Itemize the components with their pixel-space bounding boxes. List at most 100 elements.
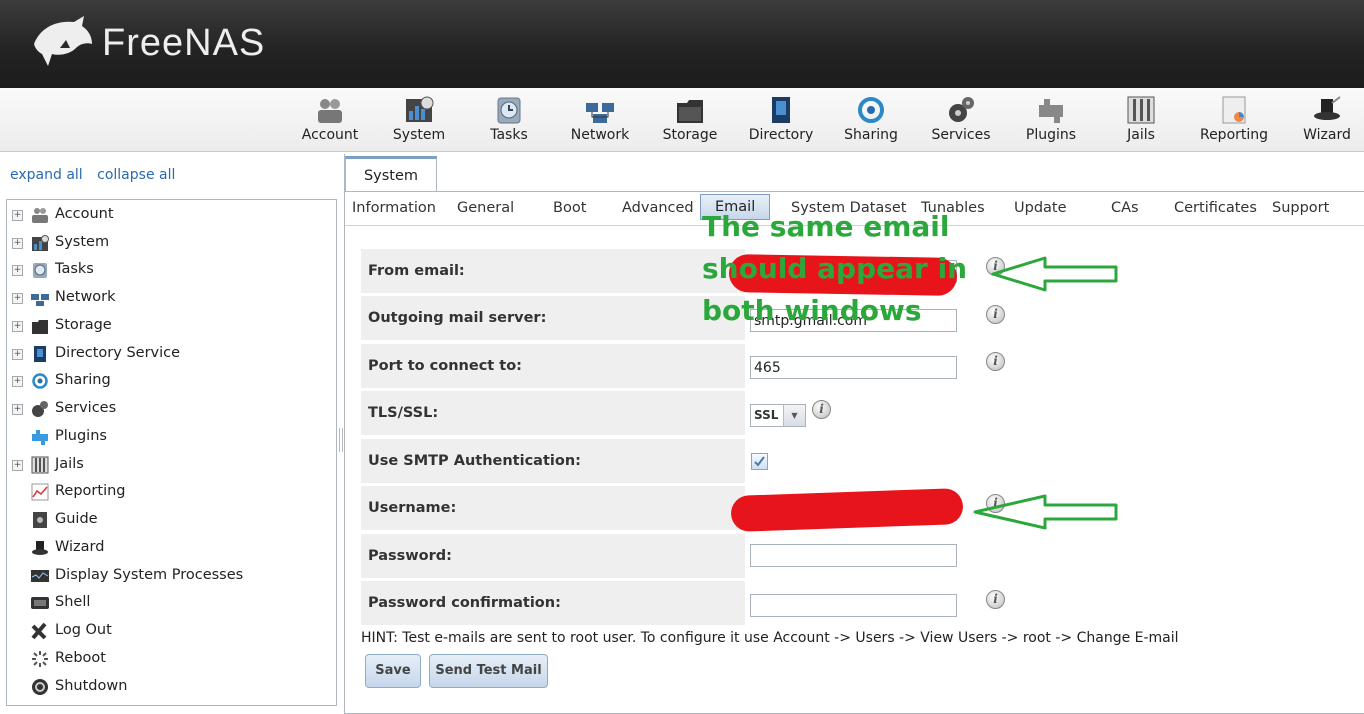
port-label: Port to connect to:: [361, 344, 745, 388]
tree-controls: expand all collapse all: [10, 167, 185, 183]
splitter-handle[interactable]: [339, 428, 343, 452]
header-bar: FreeNAS: [0, 0, 1364, 88]
jails-icon: [1127, 96, 1155, 124]
annotation-arrow-icon: [991, 256, 1118, 292]
system-icon: [32, 235, 49, 251]
from-email-label: From email:: [361, 249, 745, 293]
nav-tasks[interactable]: Tasks: [469, 95, 549, 143]
expand-icon[interactable]: +: [12, 321, 23, 332]
sidebar-item-label: Log Out: [55, 622, 112, 638]
nav-services[interactable]: Services: [921, 95, 1001, 143]
subtab-advanced[interactable]: Advanced: [622, 196, 694, 222]
tls-ssl-select[interactable]: SSL ▼: [750, 404, 806, 427]
sharing-icon: [858, 97, 884, 123]
expand-icon[interactable]: +: [12, 265, 23, 276]
check-icon: [754, 456, 765, 467]
services-icon: [949, 97, 974, 122]
annotation-text: The same email should appear in both win…: [702, 206, 967, 332]
sidebar-item-label: Reporting: [55, 483, 126, 499]
info-icon[interactable]: i: [986, 305, 1005, 324]
sidebar-item-label: Plugins: [55, 428, 107, 444]
nav-system-label: System: [392, 127, 446, 143]
chevron-down-icon[interactable]: ▼: [783, 405, 805, 426]
nav-plugins[interactable]: Plugins: [1011, 95, 1091, 143]
wizard-icon: [32, 541, 48, 555]
expand-icon[interactable]: +: [12, 376, 23, 387]
sidebar-item-label: Display System Processes: [55, 567, 244, 583]
collapse-all-link[interactable]: collapse all: [97, 167, 175, 183]
top-navigation: Account System Tasks Network Storage Dir…: [0, 88, 1364, 152]
tab-system[interactable]: System: [345, 156, 437, 191]
subtab-support[interactable]: Support: [1272, 196, 1329, 222]
nav-account-label: Account: [301, 127, 359, 143]
port-input[interactable]: [750, 356, 957, 379]
guide-icon: [33, 512, 47, 528]
password-confirm-input[interactable]: [750, 594, 957, 617]
nav-network[interactable]: Network: [560, 95, 640, 143]
sidebar-item-label: Jails: [55, 456, 84, 472]
annotation-line: The same email: [702, 210, 950, 243]
nav-storage-label: Storage: [662, 127, 718, 143]
nav-directory-label: Directory: [748, 127, 814, 143]
nav-wizard[interactable]: Wizard: [1287, 95, 1364, 143]
tasks-icon: [497, 97, 521, 124]
nav-plugins-label: Plugins: [1025, 127, 1077, 143]
expand-icon[interactable]: +: [12, 349, 23, 360]
subtab-general[interactable]: General: [457, 196, 514, 222]
nav-jails[interactable]: Jails: [1101, 95, 1181, 143]
subtab-cas[interactable]: CAs: [1111, 196, 1139, 222]
nav-storage[interactable]: Storage: [650, 95, 730, 143]
account-icon: [32, 208, 48, 223]
expand-icon[interactable]: +: [12, 293, 23, 304]
expand-icon[interactable]: +: [12, 238, 23, 249]
sidebar-item-label: Reboot: [55, 650, 106, 666]
nav-reporting[interactable]: Reporting: [1194, 95, 1274, 143]
sidebar-item-label: Shell: [55, 594, 91, 610]
send-test-mail-button[interactable]: Send Test Mail: [429, 654, 548, 688]
password-input[interactable]: [750, 544, 957, 567]
subtab-information[interactable]: Information: [352, 196, 436, 222]
annotation-line: should appear in: [702, 252, 968, 285]
sidebar-item-label: Sharing: [55, 372, 111, 388]
info-icon[interactable]: i: [986, 590, 1005, 609]
shell-icon: [31, 597, 49, 609]
sidebar-item-label: Services: [55, 400, 117, 416]
nav-system[interactable]: System: [379, 95, 459, 143]
tasks-icon: [33, 263, 47, 278]
reporting-icon: [1222, 96, 1246, 124]
logout-icon: [31, 622, 47, 640]
info-icon[interactable]: i: [812, 400, 831, 419]
subtab-update[interactable]: Update: [1014, 196, 1067, 222]
annotation-arrow-icon: [973, 494, 1118, 530]
network-icon: [31, 294, 49, 306]
nav-services-label: Services: [931, 127, 991, 143]
sidebar-item-label: Directory Service: [55, 345, 181, 361]
tab-divider: [345, 191, 1364, 192]
sidebar-tree: + Account + System + Tasks + Network + Storag…: [6, 199, 337, 706]
expand-icon[interactable]: +: [12, 460, 23, 471]
nav-sharing[interactable]: Sharing: [831, 95, 911, 143]
processes-icon: [31, 570, 49, 582]
freenas-logo: FreeNAS: [30, 14, 265, 72]
nav-network-label: Network: [570, 127, 630, 143]
subtab-boot[interactable]: Boot: [553, 196, 586, 222]
nav-directory[interactable]: Directory: [741, 95, 821, 143]
subtab-certificates[interactable]: Certificates: [1174, 196, 1257, 222]
expand-icon[interactable]: +: [12, 404, 23, 415]
services-icon: [32, 401, 48, 417]
reporting-icon: [31, 483, 49, 501]
hint-text: HINT: Test e-mails are sent to root user…: [361, 630, 1179, 646]
annotation-line: both windows: [702, 294, 922, 327]
nav-account[interactable]: Account: [290, 95, 370, 143]
username-label: Username:: [361, 486, 745, 530]
storage-icon: [677, 100, 703, 123]
expand-icon[interactable]: +: [12, 210, 23, 221]
storage-icon: [32, 320, 48, 334]
brand-name: FreeNAS: [102, 21, 266, 64]
expand-all-link[interactable]: expand all: [10, 167, 83, 183]
network-icon: [586, 103, 614, 123]
nav-tasks-label: Tasks: [490, 127, 528, 143]
smtp-auth-checkbox[interactable]: [751, 453, 768, 470]
info-icon[interactable]: i: [986, 352, 1005, 371]
save-button[interactable]: Save: [365, 654, 421, 688]
